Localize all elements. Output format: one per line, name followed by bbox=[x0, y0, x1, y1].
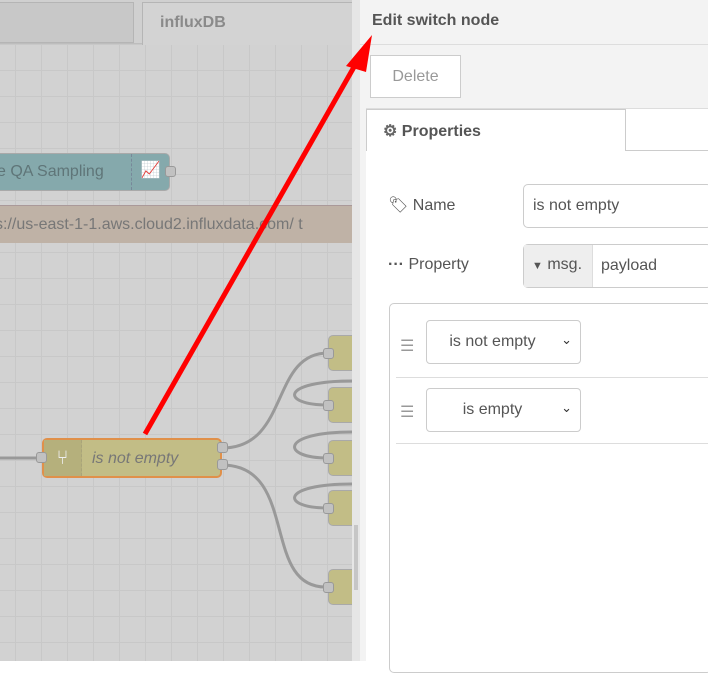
node-label: e QA Sampling bbox=[0, 163, 104, 180]
ellipsis-icon: ··· bbox=[388, 256, 404, 273]
rules-list: ☰ is not empty ⌄ ☰ is empty ⌄ bbox=[389, 303, 708, 673]
property-input[interactable]: ▼ msg. payload bbox=[523, 244, 708, 288]
comment-node-url[interactable]: s://us-east-1-1.aws.cloud2.influxdata.co… bbox=[0, 205, 352, 243]
property-type-label: msg. bbox=[547, 256, 583, 273]
property-label-text: Property bbox=[408, 256, 469, 273]
name-input[interactable]: is not empty bbox=[523, 184, 708, 228]
switch-icon: ⑂ bbox=[44, 440, 82, 476]
flow-node[interactable] bbox=[323, 335, 352, 371]
name-label: 🏷 Name bbox=[388, 195, 455, 215]
chart-icon: 📈 bbox=[131, 154, 169, 190]
wire bbox=[221, 463, 329, 589]
input-port[interactable] bbox=[36, 452, 47, 463]
output-port[interactable] bbox=[165, 166, 176, 177]
property-label: ··· Property bbox=[388, 256, 469, 274]
select-value: is empty bbox=[462, 401, 523, 418]
input-port[interactable] bbox=[323, 348, 334, 359]
wire bbox=[221, 351, 329, 450]
rule-row: ☰ is empty ⌄ bbox=[396, 378, 708, 444]
wires bbox=[0, 351, 352, 589]
input-port[interactable] bbox=[323, 400, 334, 411]
tab-label: Properties bbox=[401, 123, 481, 140]
drag-handle-icon[interactable]: ☰ bbox=[400, 402, 414, 422]
gear-icon: ⚙ bbox=[383, 123, 398, 140]
input-port[interactable] bbox=[323, 503, 334, 514]
flow-node[interactable] bbox=[323, 440, 352, 476]
tag-icon: 🏷 bbox=[388, 197, 409, 214]
select-value: is not empty bbox=[449, 333, 536, 350]
caret-down-icon: ▼ bbox=[532, 260, 543, 272]
chevron-down-icon: ⌄ bbox=[561, 400, 572, 415]
canvas-scrollbar[interactable] bbox=[354, 525, 358, 590]
function-node[interactable] bbox=[323, 387, 352, 423]
output-port-2[interactable] bbox=[217, 459, 228, 470]
delete-button[interactable]: Delete bbox=[370, 55, 461, 98]
name-label-text: Name bbox=[412, 197, 456, 214]
input-port[interactable] bbox=[323, 453, 334, 464]
switch-node[interactable]: ⑂ is not empty bbox=[36, 438, 228, 478]
panel-title: Edit switch node bbox=[360, 0, 708, 45]
rule-row: ☰ is not empty ⌄ bbox=[396, 312, 708, 378]
drag-handle-icon[interactable]: ☰ bbox=[400, 336, 414, 356]
property-type-select[interactable]: ▼ msg. bbox=[524, 245, 593, 287]
input-port[interactable] bbox=[323, 582, 334, 593]
function-node[interactable] bbox=[323, 569, 352, 605]
rule-operator-select[interactable]: is not empty ⌄ bbox=[426, 320, 581, 364]
chevron-down-icon: ⌄ bbox=[561, 332, 572, 347]
function-node[interactable] bbox=[323, 490, 352, 526]
edit-node-panel: Edit switch node Delete ⚙ Properties 🏷 N… bbox=[352, 0, 708, 673]
tab-properties[interactable]: ⚙ Properties bbox=[366, 109, 626, 151]
node-label: is not empty bbox=[92, 450, 179, 467]
property-value: payload bbox=[601, 257, 658, 274]
chart-node-qa-sampling[interactable]: e QA Sampling 📈 bbox=[0, 153, 176, 191]
flow-canvas[interactable]: influxDB e QA Sampling 📈 s://us-east-1-1… bbox=[0, 0, 352, 661]
rule-operator-select[interactable]: is empty ⌄ bbox=[426, 388, 581, 432]
output-port-1[interactable] bbox=[217, 442, 228, 453]
